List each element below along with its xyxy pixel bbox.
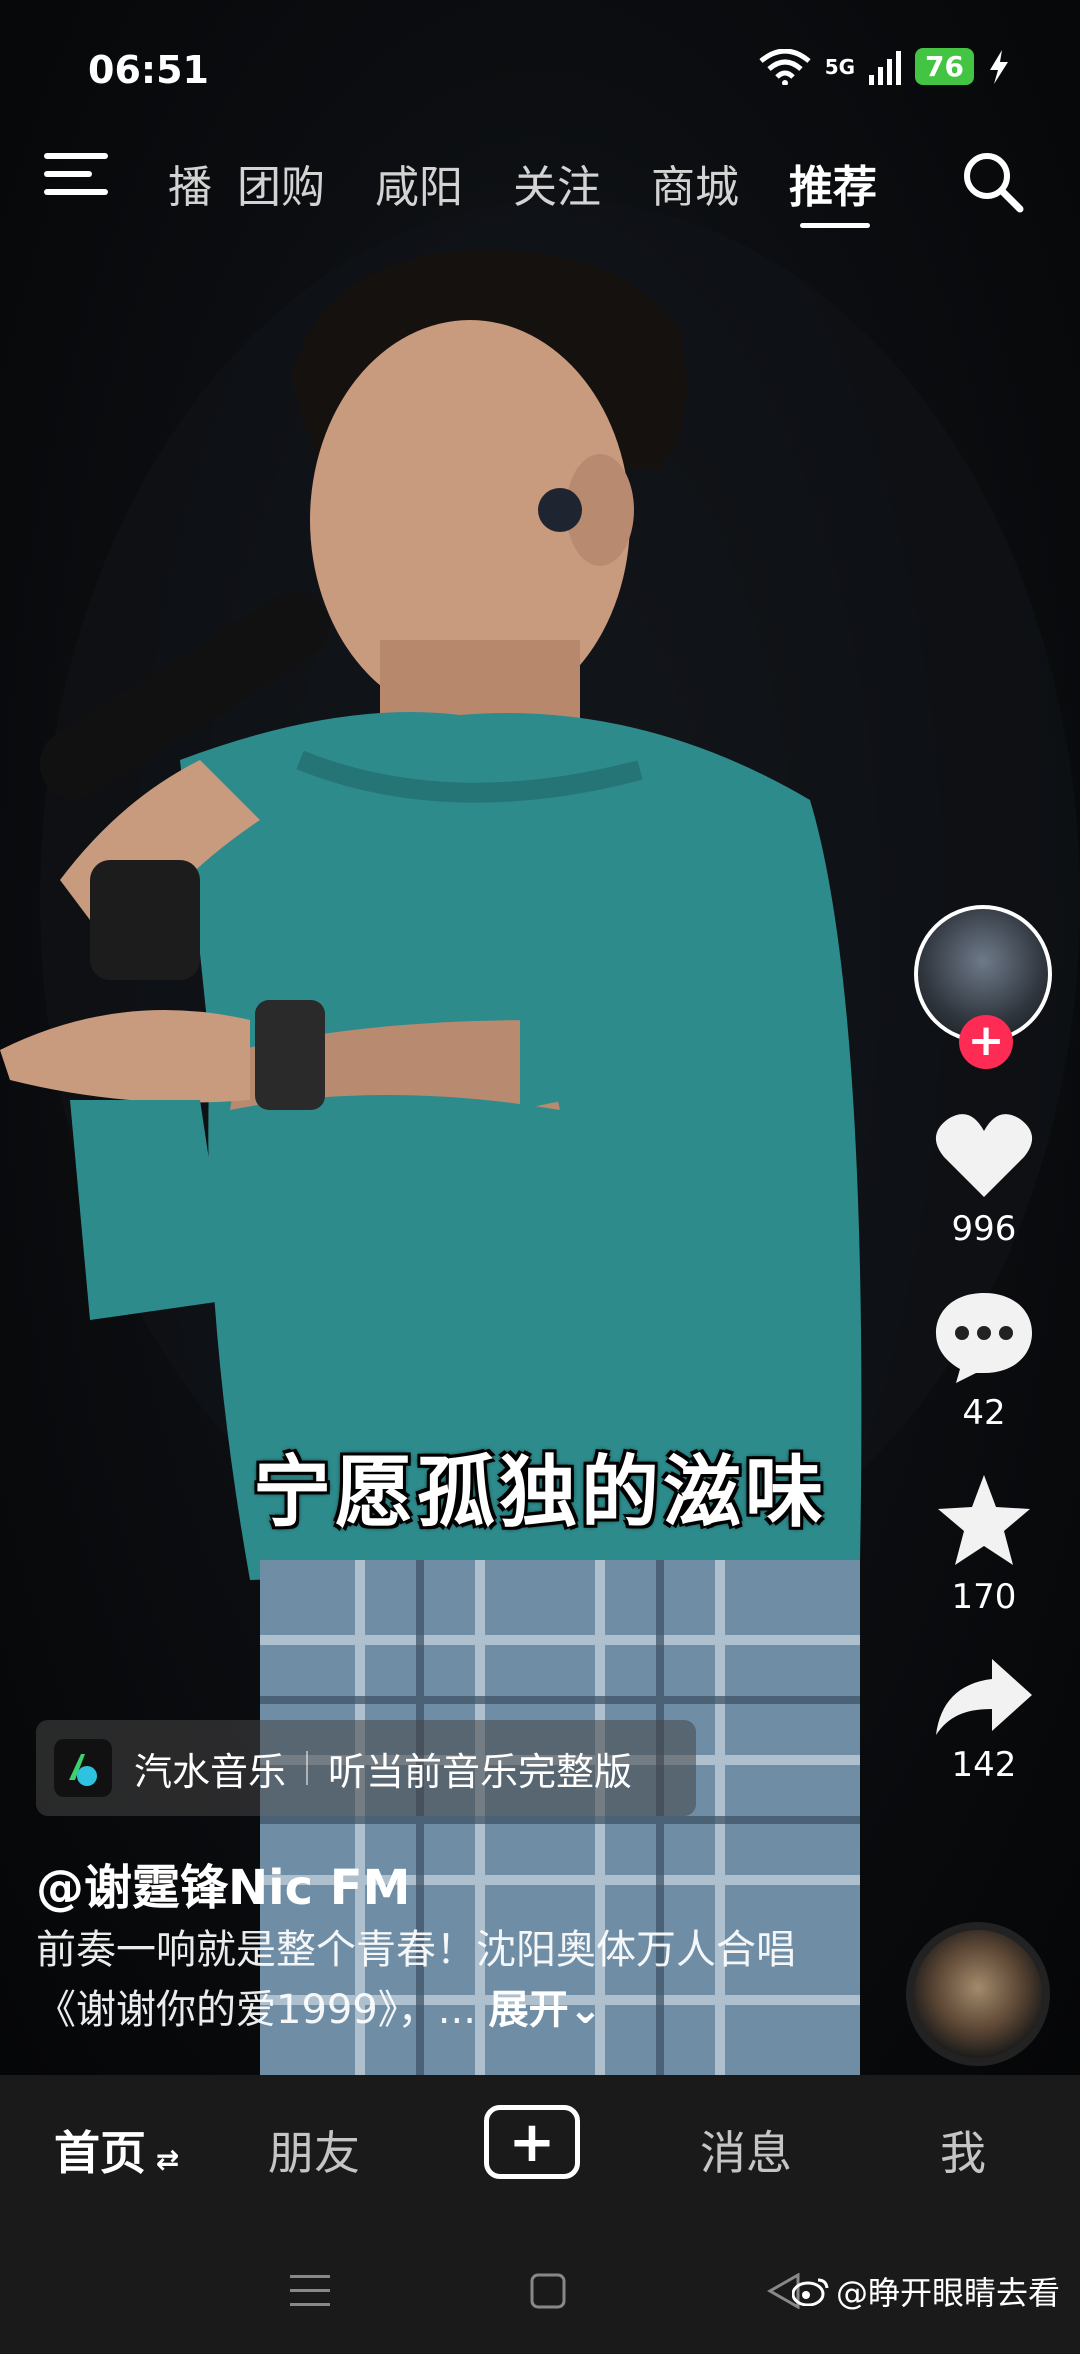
music-app-name: 汽水音乐 xyxy=(134,1749,287,1794)
music-cta: 听当前音乐完整版 xyxy=(328,1749,633,1794)
status-icons: 5G 76 xyxy=(759,48,1010,85)
favorite-count: 170 xyxy=(951,1577,1017,1617)
bottom-nav: 首页 ⇄ 朋友 + 消息 我 xyxy=(0,2075,1080,2215)
tab-mall[interactable]: 商城 xyxy=(626,151,764,215)
menu-icon[interactable] xyxy=(44,153,108,209)
divider xyxy=(306,1751,309,1785)
comment-icon xyxy=(936,1293,1032,1383)
nav-messages[interactable]: 消息 xyxy=(700,2117,792,2183)
creator-avatar[interactable]: + xyxy=(914,905,1054,1069)
music-disc-icon[interactable] xyxy=(906,1922,1050,2066)
home-square-icon[interactable] xyxy=(530,2273,566,2309)
video-player[interactable]: 宁愿孤独的滋味 + 996 42 170 142 汽水音乐 听当前音乐完整版 @… xyxy=(0,0,1080,2075)
create-button[interactable]: + xyxy=(484,2105,580,2179)
nav-me[interactable]: 我 xyxy=(940,2117,986,2183)
nav-friends[interactable]: 朋友 xyxy=(268,2117,360,2183)
heart-icon xyxy=(935,1114,1033,1197)
tab-recommend[interactable]: 推荐 xyxy=(764,151,902,228)
star-icon xyxy=(938,1475,1030,1565)
watermark: @睁开眼睛去看 xyxy=(791,2268,1060,2314)
music-app-logo-icon xyxy=(54,1739,112,1797)
system-nav-bar: @睁开眼睛去看 xyxy=(0,2215,1080,2354)
recent-apps-icon[interactable] xyxy=(290,2273,330,2309)
battery-level: 76 xyxy=(915,48,974,85)
tab-groupbuy[interactable]: 团购 xyxy=(212,151,350,215)
tab-local[interactable]: 咸阳 xyxy=(350,151,488,215)
switch-icon: ⇄ xyxy=(146,2143,180,2176)
like-button[interactable]: 996 xyxy=(914,1111,1054,1249)
tab-live[interactable]: 播 xyxy=(142,151,212,215)
comment-count: 42 xyxy=(962,1393,1006,1433)
like-count: 996 xyxy=(951,1209,1017,1249)
video-description: 前奏一响就是整个青春！沈阳奥体万人合唱《谢谢你的爱1999》，... 展开⌄ xyxy=(36,1920,836,2040)
action-rail: + 996 42 170 142 xyxy=(914,905,1054,1785)
favorite-button[interactable]: 170 xyxy=(914,1473,1054,1617)
description-text: 前奏一响就是整个青春！沈阳奥体万人合唱《谢谢你的爱1999》，... xyxy=(36,1927,796,2033)
nav-home[interactable]: 首页 ⇄ xyxy=(54,2117,179,2183)
follow-button[interactable]: + xyxy=(959,1015,1013,1069)
charging-icon xyxy=(990,49,1008,84)
signal-icon xyxy=(869,50,902,85)
status-time: 06:51 xyxy=(88,48,209,92)
top-nav: 播 团购 咸阳 关注 商城 推荐 xyxy=(0,145,1080,235)
author-handle[interactable]: @谢霆锋Nic FM xyxy=(36,1848,410,1918)
expand-link[interactable]: 展开⌄ xyxy=(489,1987,603,2033)
weibo-icon xyxy=(791,2278,829,2306)
music-banner[interactable]: 汽水音乐 听当前音乐完整版 xyxy=(36,1720,696,1816)
tab-following[interactable]: 关注 xyxy=(488,151,626,215)
network-type: 5G xyxy=(824,54,856,79)
tab-bar: 播 团购 咸阳 关注 商城 推荐 xyxy=(142,151,902,228)
share-count: 142 xyxy=(951,1745,1017,1785)
wifi-icon xyxy=(759,48,811,85)
search-icon[interactable] xyxy=(960,149,1024,213)
status-bar: 06:51 5G 76 xyxy=(0,40,1080,100)
share-arrow-icon xyxy=(936,1659,1032,1735)
comment-button[interactable]: 42 xyxy=(914,1289,1054,1433)
share-button[interactable]: 142 xyxy=(914,1657,1054,1785)
